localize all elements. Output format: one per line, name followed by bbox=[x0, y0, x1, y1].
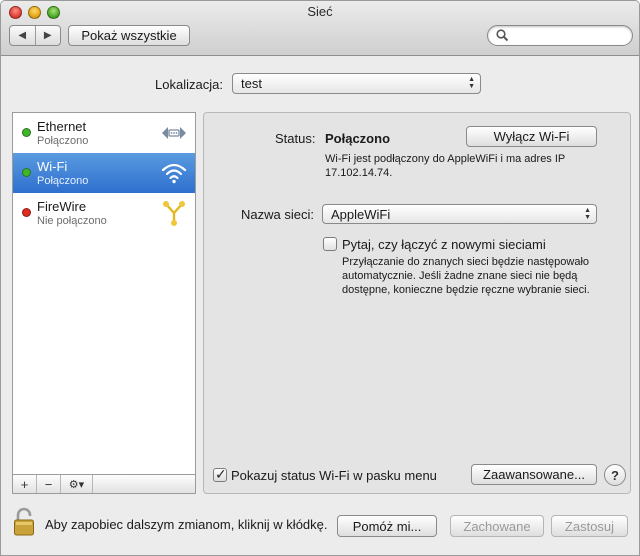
service-name: Ethernet bbox=[37, 119, 87, 134]
advanced-button[interactable]: Zaawansowane... bbox=[471, 464, 597, 485]
apply-button[interactable]: Zastosuj bbox=[551, 515, 628, 537]
back-button[interactable]: ◀ bbox=[10, 26, 36, 45]
ethernet-icon bbox=[162, 127, 186, 139]
service-item-firewire[interactable]: FireWire Nie połączono bbox=[13, 193, 195, 233]
service-name: Wi-Fi bbox=[37, 159, 68, 174]
lock-icon[interactable] bbox=[13, 507, 35, 537]
service-status: Nie połączono bbox=[37, 215, 107, 227]
location-popup[interactable]: test ▲ ▼ bbox=[232, 73, 481, 94]
location-label: Lokalizacja: bbox=[155, 77, 223, 92]
popup-arrows-icon: ▲ ▼ bbox=[468, 76, 475, 90]
lock-message: Aby zapobiec dalszym zmianom, kliknij w … bbox=[45, 517, 328, 532]
title-bar: Sieć ◀ ▶ Pokaż wszystkie bbox=[1, 1, 639, 56]
assist-me-button[interactable]: Pomóż mi... bbox=[337, 515, 437, 537]
status-label: Status: bbox=[275, 131, 316, 146]
turn-wifi-off-button[interactable]: Wyłącz Wi-Fi bbox=[466, 126, 597, 147]
action-menu-button[interactable]: ⚙▾ bbox=[61, 475, 93, 493]
ask-to-join-checkbox[interactable] bbox=[323, 237, 337, 251]
show-wifi-status-checkbox[interactable] bbox=[213, 466, 227, 483]
network-name-value: AppleWiFi bbox=[331, 206, 391, 222]
network-preferences-window: Sieć ◀ ▶ Pokaż wszystkie Lokalizacja: te… bbox=[0, 0, 640, 556]
location-value: test bbox=[241, 76, 262, 91]
ask-to-join-label: Pytaj, czy łączyć z nowymi sieciami bbox=[342, 237, 546, 252]
ask-description-line-1: Przyłączanie do znanych sieci będzie nas… bbox=[342, 256, 590, 268]
network-name-popup[interactable]: AppleWiFi ▲ ▼ bbox=[322, 204, 597, 224]
service-item-wifi[interactable]: Wi-Fi Połączono bbox=[13, 153, 195, 193]
service-name: FireWire bbox=[37, 199, 87, 214]
status-dot bbox=[22, 208, 31, 217]
remove-service-button[interactable]: − bbox=[37, 475, 61, 493]
wifi-icon bbox=[161, 163, 187, 184]
popup-arrows-icon: ▲ ▼ bbox=[584, 207, 591, 221]
search-icon bbox=[496, 29, 509, 42]
service-item-ethernet[interactable]: Ethernet Połączono bbox=[13, 113, 195, 153]
ask-description-line-2: automatycznie. Jeśli żadne znane sieci n… bbox=[342, 270, 578, 282]
forward-button[interactable]: ▶ bbox=[36, 26, 61, 45]
status-value: Połączono bbox=[325, 131, 391, 146]
back-forward-control: ◀ ▶ bbox=[9, 25, 61, 46]
service-status: Połączono bbox=[37, 175, 89, 187]
status-description-line-2: 17.102.14.74. bbox=[325, 167, 393, 179]
firewire-icon bbox=[163, 201, 185, 226]
add-service-button[interactable]: + bbox=[13, 475, 37, 493]
show-wifi-status-label: Pokazuj status Wi-Fi w pasku menu bbox=[231, 468, 437, 483]
service-list-toolbar: + − ⚙▾ bbox=[12, 475, 196, 494]
help-button[interactable]: ? bbox=[604, 464, 626, 486]
show-all-button[interactable]: Pokaż wszystkie bbox=[68, 25, 190, 46]
window-title: Sieć bbox=[307, 4, 333, 19]
wifi-detail-panel bbox=[203, 112, 631, 494]
ask-description-line-3: dostępne, konieczne będzie ręczne wybran… bbox=[342, 284, 590, 296]
search-field[interactable] bbox=[487, 25, 633, 46]
service-list: Ethernet Połączono Wi-Fi Połączono FireW… bbox=[12, 112, 196, 475]
status-description-line-1: Wi-Fi jest podłączony do AppleWiFi i ma … bbox=[325, 153, 566, 165]
revert-button[interactable]: Zachowane bbox=[450, 515, 544, 537]
status-dot bbox=[22, 168, 31, 177]
network-name-label: Nazwa sieci: bbox=[241, 207, 314, 222]
status-dot bbox=[22, 128, 31, 137]
service-status: Połączono bbox=[37, 135, 89, 147]
